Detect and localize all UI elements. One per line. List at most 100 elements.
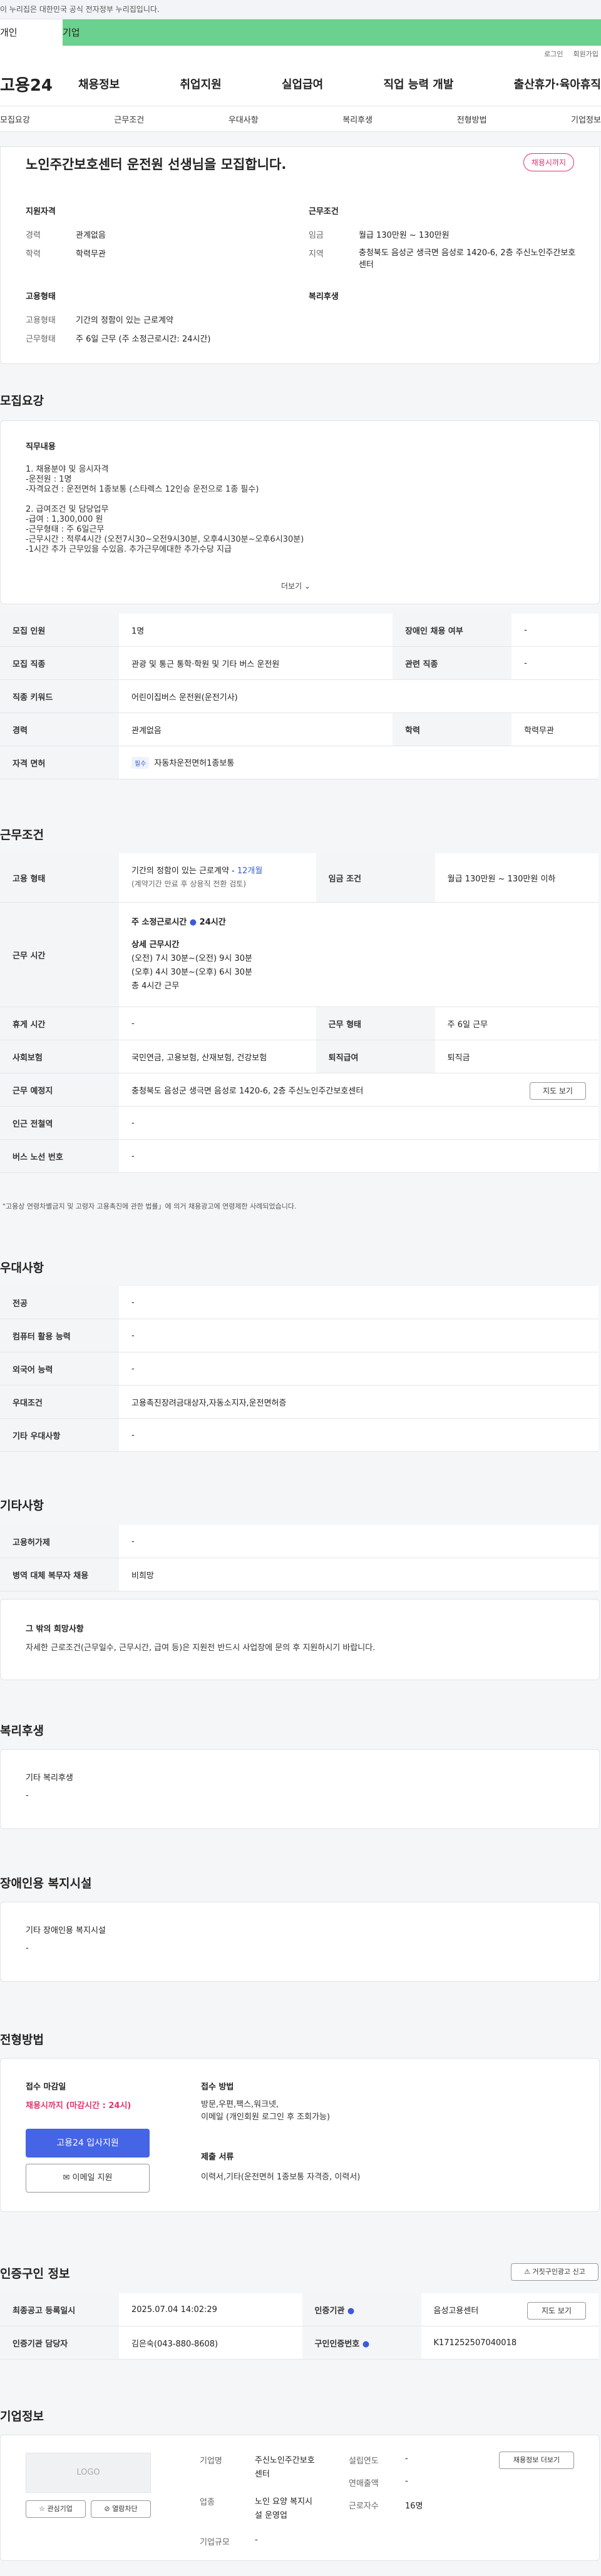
gov-banner: 이 누리집은 대한민국 공식 전자정부 누리집입니다.: [0, 0, 601, 19]
table-row: 기타 우대사항 -: [0, 1418, 598, 1452]
utility-bar: 로그인 회원가입: [0, 46, 601, 62]
wage-row: 임금 월급 130만원 ~ 130만원: [309, 231, 449, 240]
top-tabs: 개인 기업: [0, 19, 601, 46]
tab-company[interactable]: 기업: [63, 19, 125, 46]
table-row: 버스 노선 번호 -: [0, 1139, 598, 1173]
gnb-jobs[interactable]: 채용정보: [78, 76, 120, 92]
size-label: 기업규모: [200, 2538, 230, 2547]
method-heading: 접수 방법: [201, 2082, 234, 2092]
gnb-leave[interactable]: 출산휴가·육아휴직: [514, 76, 601, 92]
subnav-welfare[interactable]: 복리후생: [342, 113, 372, 125]
deadline-value: 채용시까지 (마감시간 : 24시): [26, 2101, 131, 2111]
docs-heading: 제출 서류: [201, 2153, 234, 2162]
info-icon[interactable]: ●: [347, 2306, 354, 2316]
recruit-title: 모집요강: [0, 394, 44, 408]
welfare-title: 복리후생: [0, 1724, 44, 1738]
cert-title: 인증구인 정보: [0, 2267, 70, 2281]
career-row: 경력 관계없음: [26, 231, 106, 240]
cert-table: 최종공고 등록일시 2025.07.04 14:02:29 인증기관 ● 음성고용센터…: [0, 2293, 598, 2360]
age-note: "고용상 연령차별금지 및 고령자 고용촉진에 관한 법률」에 의거 채용광고에…: [3, 1202, 297, 1210]
company-name-label: 기업명: [200, 2457, 222, 2466]
disability-title: 장애인용 복지시설: [0, 1877, 92, 1890]
gnb-training[interactable]: 직업 능력 개발: [384, 76, 454, 92]
jobs-more-button[interactable]: 채용정보 더보기: [499, 2452, 574, 2469]
table-row: 우대조건 고용촉진장려금대상자,자동소지자,운전면허증: [0, 1385, 598, 1419]
section-nav: 모집요강 근무조건 우대사항 복리후생 전형방법 기업정보: [0, 106, 601, 132]
sales-label: 연매출액: [349, 2479, 379, 2488]
wish-text: 자세한 근로조건(근무일수, 근무시간, 급여 등)은 지원전 반드시 사업장에…: [26, 1643, 376, 1653]
subnav-pref[interactable]: 우대사항: [229, 113, 259, 125]
wish-heading: 그 밖의 희망사항: [26, 1625, 84, 1634]
disability-box: 기타 장애인용 복지시설 -: [0, 1902, 600, 1982]
table-row: 사회보험 국민연금, 고용보험, 산재보험, 건강보험 퇴직급여 퇴직금: [0, 1040, 598, 1073]
etc-table: 고용허가제 - 병역 대체 복무자 채용 비희망: [0, 1525, 598, 1591]
report-button[interactable]: ⚠ 거짓구인광고 신고: [511, 2263, 598, 2281]
required-chip: 필수: [131, 757, 150, 769]
site-logo[interactable]: 고용24: [0, 73, 78, 96]
disability-value: -: [26, 1944, 29, 1953]
subnav-process[interactable]: 전형방법: [457, 113, 487, 125]
welfare-heading: 복리후생: [309, 292, 339, 302]
duty-box: 직무내용 1. 채용분야 및 응시자격 -운전원 : 1명 -자격요건 : 운전면허…: [0, 420, 600, 604]
table-row: 근무 예정지 충청북도 음성군 생극면 음성로 1420-6, 2층 주신노인주간…: [0, 1073, 598, 1107]
table-row: 자격 면허 필수 자동차운전면허1종보통: [0, 746, 598, 779]
more-button[interactable]: 더보기 ⌄: [281, 581, 311, 591]
company-box: LOGO ☆ 관심기업 ⊘ 열람차단 기업명 주신노인주간보호 센터 업종 노인 …: [0, 2435, 600, 2561]
subnav-company[interactable]: 기업정보: [571, 113, 601, 125]
welfare-heading-2: 기타 복리후생: [26, 1773, 73, 1783]
etype-row: 고용형태 기간의 정함이 있는 근로계약: [26, 316, 173, 325]
table-row: 모집 인원 1명 장애인 채용 여부 -: [0, 614, 598, 647]
table-row: 인증기관 담당자 김은숙(043-880-8608) 구인인증번호 ● K171252…: [0, 2326, 598, 2360]
table-row: 휴게 시간 - 근무 형태 주 6일 근무: [0, 1007, 598, 1040]
email-apply-button[interactable]: ✉ 이메일 지원: [26, 2164, 150, 2193]
duty-heading: 직무내용: [26, 442, 56, 452]
docs-value: 이력서,기타(운전면허 1종보통 자격증, 이력서): [201, 2173, 361, 2182]
qual-heading: 지원자격: [26, 207, 56, 216]
info-icon[interactable]: ●: [362, 2340, 369, 2349]
size-value: -: [255, 2535, 258, 2545]
year-label: 설립연도: [349, 2457, 379, 2466]
table-row: 최종공고 등록일시 2025.07.04 14:02:29 인증기관 ● 음성고용센터…: [0, 2293, 598, 2326]
mail-icon: ✉: [63, 2173, 70, 2183]
tab-personal[interactable]: 개인: [0, 19, 63, 46]
cert-map-button[interactable]: 지도 보기: [527, 2302, 586, 2320]
type-heading: 고용형태: [26, 292, 56, 302]
employees-label: 근로자수: [349, 2502, 379, 2511]
table-row: 컴퓨터 활용 능력 -: [0, 1319, 598, 1352]
info-icon[interactable]: ●: [190, 918, 197, 927]
gnb-unemployment[interactable]: 실업급여: [282, 76, 323, 92]
company-name: 주신노인주간보호 센터: [255, 2456, 315, 2479]
favorite-button[interactable]: ☆ 관심기업: [26, 2500, 86, 2518]
recruit-table: 모집 인원 1명 장애인 채용 여부 - 모집 직종 관광 및 통근 통학·학원 및 기…: [0, 614, 598, 779]
region-row: 지역 충청북도 음성군 생극면 음성로 1420-6, 2층 주신노인주간보호센터: [309, 248, 576, 270]
gnb-employment-support[interactable]: 취업지원: [180, 76, 222, 92]
signup-link[interactable]: 회원가입: [573, 49, 598, 59]
process-box: 접수 마감일 채용시까지 (마감시간 : 24시) 고용24 입사지원 ✉ 이메…: [0, 2058, 600, 2212]
deadline-heading: 접수 마감일: [26, 2082, 66, 2092]
welfare-value: -: [26, 1791, 29, 1800]
subnav-recruit[interactable]: 모집요강: [0, 113, 30, 125]
duty-text: 1. 채용분야 및 응시자격 -운전원 : 1명 -자격요건 : 운전면허 1종보통…: [26, 465, 304, 554]
cond-heading: 근무조건: [309, 207, 339, 216]
edu-row: 학력 학력무관: [26, 250, 106, 259]
table-row: 고용 형태 기간의 정함이 있는 근로계약 - 12개월 (계약기간 만료 후 상…: [0, 853, 598, 903]
process-title: 전형방법: [0, 2033, 44, 2047]
table-row: 모집 직종 관광 및 통근 통학·학원 및 기타 버스 운전원 관련 직종 -: [0, 646, 598, 680]
table-row: 고용허가제 -: [0, 1525, 598, 1558]
chevron-down-icon: ⌄: [304, 582, 311, 591]
disability-heading: 기타 장애인용 복지시설: [26, 1926, 106, 1935]
method-value: 방문,우편,팩스,워크넷, 이메일 (개인회원 로그인 후 조회가능): [201, 2100, 331, 2122]
etc-title: 기타사항: [0, 1499, 44, 1513]
pref-title: 우대사항: [0, 1261, 44, 1275]
map-button[interactable]: 지도 보기: [530, 1082, 586, 1100]
deadline-badge: 채용시까지: [523, 153, 574, 171]
industry-value: 노인 요양 복지시 설 운영업: [255, 2497, 312, 2520]
global-nav: 고용24 채용정보 취업지원 실업급여 직업 능력 개발 출산휴가·육아휴직: [0, 62, 601, 106]
login-link[interactable]: 로그인: [544, 49, 563, 59]
table-row: 인근 전철역 -: [0, 1106, 598, 1140]
table-row: 전공 -: [0, 1286, 598, 1319]
block-button[interactable]: ⊘ 열람차단: [91, 2500, 151, 2518]
subnav-work[interactable]: 근무조건: [114, 113, 144, 125]
industry-label: 업종: [200, 2498, 215, 2507]
apply-button[interactable]: 고용24 입사지원: [26, 2129, 150, 2158]
